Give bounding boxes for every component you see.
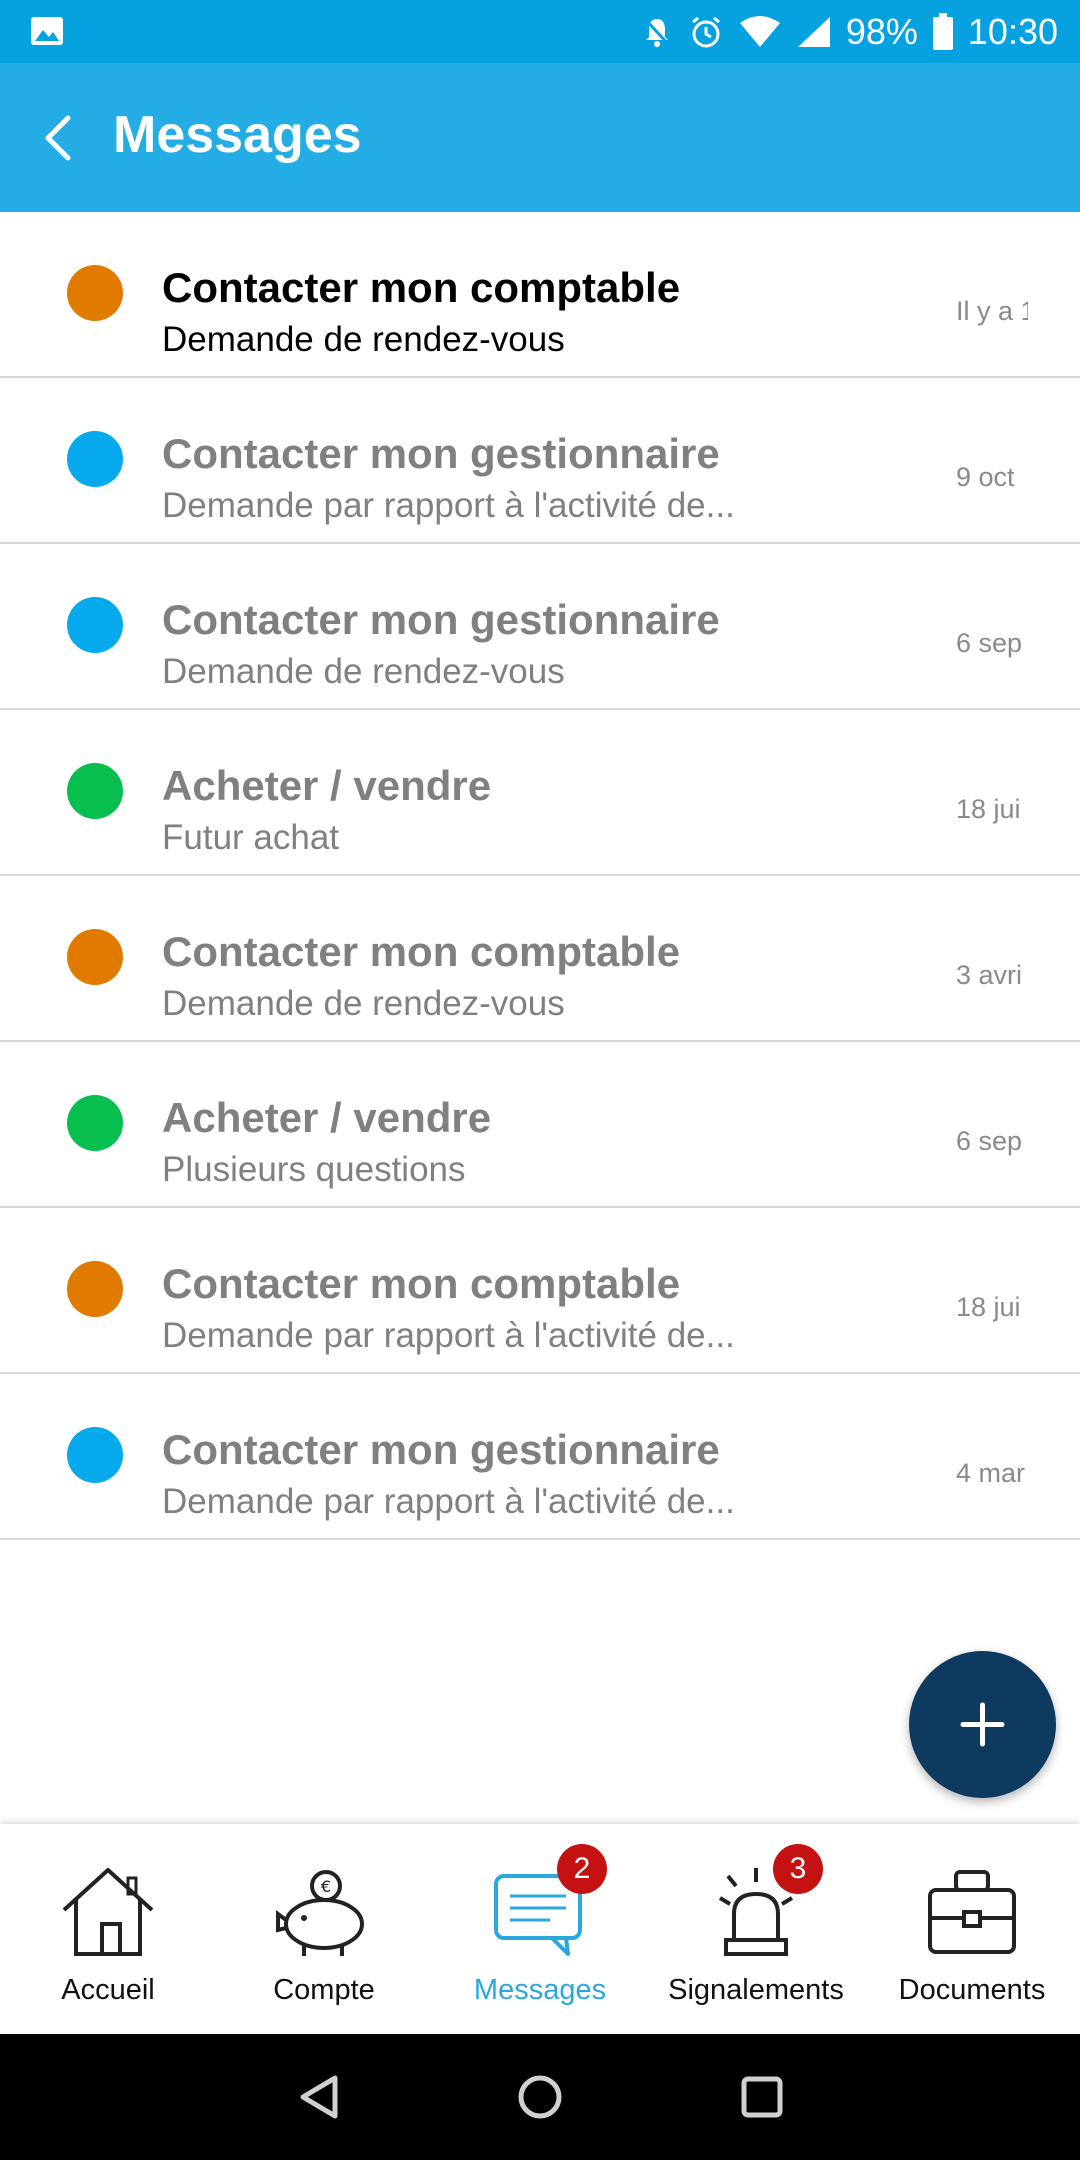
back-triangle-icon[interactable] [295,2072,345,2122]
category-dot [67,597,123,653]
message-row[interactable]: Contacter mon comptable Demande par rapp… [0,1208,1080,1374]
piggy-bank-icon: € [276,1870,364,1956]
message-subtitle: Futur achat [162,818,340,857]
nav-label: Accueil [61,1974,155,2006]
message-title: Contacter mon comptable [162,1260,681,1307]
status-bar: 98% 10:30 [0,0,1080,63]
message-date: 9 oct [956,462,1015,492]
new-message-button[interactable] [909,1651,1056,1798]
nav-item-signalements[interactable]: 3 Signalements [648,1824,864,2034]
home-circle-icon[interactable] [515,2072,565,2122]
home-icon [62,1868,154,1956]
message-date: 18 jui [956,794,1021,824]
message-row[interactable]: Contacter mon gestionnaire Demande par r… [0,378,1080,544]
plus-icon [960,1702,1005,1747]
bell-off-icon [643,17,670,47]
signalements-badge: 3 [773,1844,823,1894]
message-row[interactable]: Contacter mon gestionnaire Demande de re… [0,544,1080,710]
message-row[interactable]: Contacter mon comptable Demande de rende… [0,212,1080,378]
category-dot [67,763,123,819]
nav-label: Documents [898,1974,1046,2006]
message-date: 6 sep [956,628,1023,658]
message-subtitle: Demande de rendez-vous [162,320,565,359]
message-subtitle: Demande de rendez-vous [162,984,565,1023]
nav-item-compte[interactable]: € Compte [216,1824,432,2034]
message-title: Contacter mon gestionnaire [162,430,720,477]
briefcase-icon [928,1870,1016,1954]
message-title: Contacter mon comptable [162,928,681,975]
nav-label: Compte [273,1974,375,2006]
message-date: 6 sep [956,1126,1023,1156]
message-subtitle: Demande par rapport à l'activité de... [162,1316,735,1355]
message-subtitle: Demande par rapport à l'activité de... [162,1482,735,1521]
battery-icon [932,12,953,50]
message-row[interactable]: Acheter / vendre Futur achat 18 jui [0,710,1080,876]
nav-item-accueil[interactable]: Accueil [0,1824,216,2034]
category-dot [67,1095,123,1151]
category-dot [67,265,123,321]
message-title: Contacter mon gestionnaire [162,596,720,643]
category-dot [67,1427,123,1483]
message-date: Il y a 1 [956,296,1028,326]
system-navigation-bar [0,2034,1080,2160]
message-row[interactable]: Contacter mon comptable Demande de rende… [0,876,1080,1042]
chevron-left-icon[interactable] [36,113,86,163]
nav-label: Signalements [668,1974,844,2006]
message-date: 3 avri [956,960,1023,990]
category-dot [67,929,123,985]
nav-label: Messages [473,1974,607,2006]
message-title: Contacter mon gestionnaire [162,1426,720,1473]
wifi-icon [739,15,780,47]
message-title: Acheter / vendre [162,762,492,809]
message-subtitle: Plusieurs questions [162,1150,466,1189]
message-title: Contacter mon comptable [162,264,681,311]
page-title: Messages [113,106,362,164]
category-dot [67,1261,123,1317]
bottom-navigation: Accueil € Compte 2 Messages 3 Signalemen… [0,1824,1080,2034]
signal-icon [797,16,830,47]
message-row[interactable]: Contacter mon gestionnaire Demande par r… [0,1374,1080,1540]
battery-percentage: 98% [845,10,918,52]
category-dot [67,431,123,487]
app-bar: Messages [0,63,1080,212]
message-date: 4 mar [956,1458,1026,1488]
svg-text:€: € [321,1877,331,1896]
nav-item-messages[interactable]: 2 Messages [432,1824,648,2034]
image-icon [31,17,63,45]
messages-badge: 2 [557,1844,607,1894]
message-subtitle: Demande par rapport à l'activité de... [162,486,735,525]
message-subtitle: Demande de rendez-vous [162,652,565,691]
message-row[interactable]: Acheter / vendre Plusieurs questions 6 s… [0,1042,1080,1208]
clock: 10:30 [967,10,1058,52]
message-title: Acheter / vendre [162,1094,492,1141]
message-date: 18 jui [956,1292,1021,1322]
message-list: Contacter mon comptable Demande de rende… [0,212,1080,1540]
alarm-icon [691,16,720,47]
recents-square-icon[interactable] [737,2072,787,2122]
nav-item-documents[interactable]: Documents [864,1824,1080,2034]
